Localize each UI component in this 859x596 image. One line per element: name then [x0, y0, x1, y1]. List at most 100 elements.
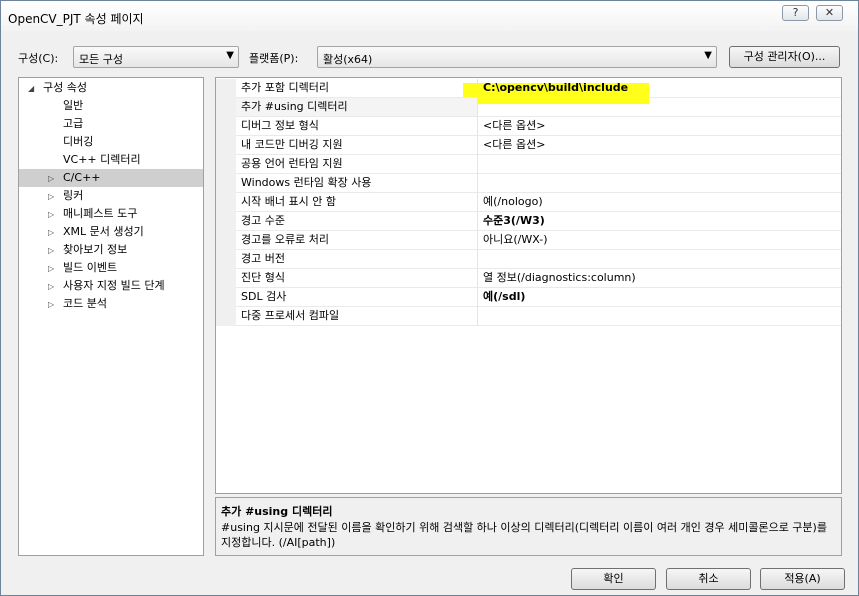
window-title: OpenCV_PJT 속성 페이지	[8, 12, 144, 26]
tree-item-xml-doc-generator[interactable]: ▷ XML 문서 생성기	[19, 223, 203, 241]
row-gutter	[216, 269, 236, 288]
row-gutter	[216, 136, 236, 155]
property-name: 디버그 정보 형식	[236, 117, 478, 136]
property-value[interactable]	[478, 250, 841, 269]
close-button[interactable]: ✕	[816, 5, 843, 21]
tree-item-browse-info[interactable]: ▷ 찾아보기 정보	[19, 241, 203, 259]
property-value[interactable]	[478, 307, 841, 326]
property-value[interactable]: 예(/nologo)	[478, 193, 841, 212]
cancel-button[interactable]: 취소	[666, 568, 751, 590]
expand-triangle-icon[interactable]: ▷	[48, 206, 54, 224]
property-value[interactable]: <다른 옵션>	[478, 136, 841, 155]
expand-triangle-icon[interactable]: ▷	[48, 188, 54, 206]
config-value: 모든 구성	[79, 53, 123, 66]
property-value[interactable]: 아니요(/WX-)	[478, 231, 841, 250]
platform-value: 활성(x64)	[323, 53, 373, 66]
description-panel: 추가 #using 디렉터리 #using 지시문에 전달된 이름을 확인하기 …	[215, 497, 842, 556]
property-value[interactable]: C:\opencv\build\include	[478, 79, 841, 98]
platform-combo[interactable]: 활성(x64) ▼	[317, 46, 717, 68]
property-row[interactable]: 경고 버전	[216, 250, 841, 269]
expand-triangle-icon[interactable]: ▷	[48, 260, 54, 278]
property-value[interactable]: 열 정보(/diagnostics:column)	[478, 269, 841, 288]
property-name: 다중 프로세서 컴파일	[236, 307, 478, 326]
property-row[interactable]: 디버그 정보 형식 <다른 옵션>	[216, 117, 841, 136]
property-name: 공용 언어 런타임 지원	[236, 155, 478, 174]
chevron-down-icon: ▼	[704, 50, 712, 61]
description-title: 추가 #using 디렉터리	[221, 505, 333, 518]
property-row[interactable]: 공용 언어 런타임 지원	[216, 155, 841, 174]
property-value[interactable]	[478, 98, 841, 117]
expand-triangle-icon[interactable]: ▷	[48, 296, 54, 314]
tree-item-label: 고급	[63, 117, 84, 130]
platform-label: 플랫폼(P):	[249, 52, 299, 65]
tree-item-advanced[interactable]: 고급	[19, 115, 203, 133]
row-gutter	[216, 212, 236, 231]
property-row[interactable]: 다중 프로세서 컴파일	[216, 307, 841, 326]
tree-item-label: 찾아보기 정보	[63, 243, 128, 256]
tree-item-label: 사용자 지정 빌드 단계	[63, 279, 165, 292]
property-name: 추가 #using 디렉터리	[236, 98, 478, 117]
apply-button[interactable]: 적용(A)	[760, 568, 845, 590]
help-button[interactable]: ?	[782, 5, 809, 21]
property-row[interactable]: 경고 수준 수준3(/W3)	[216, 212, 841, 231]
tree-item-c-cpp[interactable]: ▷ C/C++	[19, 169, 203, 187]
row-gutter	[216, 193, 236, 212]
tree-item-label: 매니페스트 도구	[63, 207, 138, 220]
expand-triangle-icon[interactable]: ▷	[48, 242, 54, 260]
property-row-selected[interactable]: 추가 #using 디렉터리	[216, 98, 841, 117]
tree-item-label: C/C++	[63, 171, 101, 184]
tree-item-label: 구성 속성	[43, 81, 87, 94]
expand-triangle-icon[interactable]: ▷	[48, 224, 54, 242]
property-name: 경고 수준	[236, 212, 478, 231]
property-name: 시작 배너 표시 안 함	[236, 193, 478, 212]
config-label: 구성(C):	[18, 52, 59, 65]
tree-item-config-properties[interactable]: ◢ 구성 속성	[19, 79, 203, 97]
expand-triangle-icon[interactable]: ▷	[48, 170, 54, 188]
row-gutter	[216, 117, 236, 136]
property-value[interactable]: 수준3(/W3)	[478, 212, 841, 231]
property-row[interactable]: Windows 런타임 확장 사용	[216, 174, 841, 193]
property-grid[interactable]: 추가 포함 디렉터리 C:\opencv\build\include 추가 #u…	[215, 77, 842, 494]
tree-item-label: XML 문서 생성기	[63, 225, 144, 238]
chevron-down-icon: ▼	[226, 50, 234, 61]
row-gutter	[216, 250, 236, 269]
property-row[interactable]: SDL 검사 예(/sdl)	[216, 288, 841, 307]
tree-item-label: 빌드 이벤트	[63, 261, 118, 274]
property-row[interactable]: 내 코드만 디버깅 지원 <다른 옵션>	[216, 136, 841, 155]
tree-item-build-events[interactable]: ▷ 빌드 이벤트	[19, 259, 203, 277]
property-row[interactable]: 시작 배너 표시 안 함 예(/nologo)	[216, 193, 841, 212]
tree-item-label: VC++ 디렉터리	[63, 153, 141, 166]
row-gutter	[216, 155, 236, 174]
row-gutter	[216, 231, 236, 250]
row-gutter	[216, 288, 236, 307]
ok-button[interactable]: 확인	[571, 568, 656, 590]
tree-item-custom-build-step[interactable]: ▷ 사용자 지정 빌드 단계	[19, 277, 203, 295]
property-name: Windows 런타임 확장 사용	[236, 174, 478, 193]
expand-triangle-icon[interactable]: ▷	[48, 278, 54, 296]
row-gutter	[216, 79, 236, 98]
tree-item-vc-directories[interactable]: VC++ 디렉터리	[19, 151, 203, 169]
config-manager-button[interactable]: 구성 관리자(O)...	[729, 46, 840, 68]
expand-triangle-icon[interactable]: ◢	[28, 80, 34, 98]
property-row[interactable]: 추가 포함 디렉터리 C:\opencv\build\include	[216, 79, 841, 98]
tree-item-debugging[interactable]: 디버깅	[19, 133, 203, 151]
row-gutter	[216, 307, 236, 326]
property-name: 진단 형식	[236, 269, 478, 288]
row-gutter	[216, 174, 236, 193]
property-value[interactable]: <다른 옵션>	[478, 117, 841, 136]
tree-item-manifest-tool[interactable]: ▷ 매니페스트 도구	[19, 205, 203, 223]
tree-item-label: 링커	[63, 189, 84, 202]
title-bar[interactable]: OpenCV_PJT 속성 페이지 ? ✕	[1, 1, 858, 31]
config-combo[interactable]: 모든 구성 ▼	[73, 46, 239, 68]
property-tree[interactable]: ◢ 구성 속성 일반 고급 디버깅 VC++ 디렉터리 ▷ C/C++ ▷ 링커…	[18, 77, 204, 556]
tree-item-code-analysis[interactable]: ▷ 코드 분석	[19, 295, 203, 313]
tree-item-linker[interactable]: ▷ 링커	[19, 187, 203, 205]
property-value[interactable]	[478, 155, 841, 174]
property-value[interactable]	[478, 174, 841, 193]
property-name: 경고 버전	[236, 250, 478, 269]
property-row[interactable]: 경고를 오류로 처리 아니요(/WX-)	[216, 231, 841, 250]
row-gutter	[216, 98, 236, 117]
property-value[interactable]: 예(/sdl)	[478, 288, 841, 307]
property-row[interactable]: 진단 형식 열 정보(/diagnostics:column)	[216, 269, 841, 288]
tree-item-general[interactable]: 일반	[19, 97, 203, 115]
